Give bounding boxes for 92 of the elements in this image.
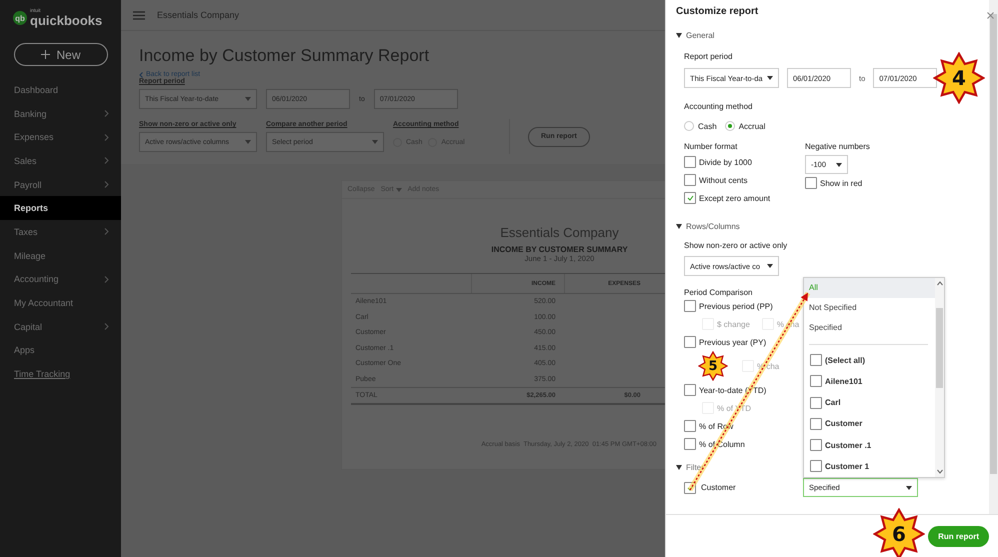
caret-icon [372, 140, 378, 144]
sidebar-item[interactable]: Accounting [0, 268, 121, 292]
caret-icon[interactable] [676, 465, 682, 470]
page-title: Income by Customer Summary Report [139, 46, 430, 66]
checkbox[interactable] [684, 174, 696, 186]
scroll-up-icon[interactable] [936, 281, 942, 286]
caret-icon [245, 97, 251, 101]
checkbox-label: Customer [825, 419, 862, 428]
field-label: Report period [684, 52, 734, 61]
checkbox-label: Divide by 1000 [699, 158, 752, 166]
radio-label: Cash [698, 122, 717, 130]
new-button[interactable]: New [14, 43, 108, 66]
checkbox-label: % of Row [699, 422, 734, 430]
star-icon [873, 508, 925, 557]
sidebar-item[interactable]: Payroll [0, 172, 121, 196]
company-name: Essentials Company [157, 10, 240, 20]
caret-icon [767, 76, 773, 80]
checkbox-label: Customer [701, 483, 736, 492]
sidebar-link[interactable]: Time Tracking [0, 362, 121, 386]
sidebar-item[interactable]: My Accountant [0, 291, 121, 315]
checkbox[interactable] [810, 396, 822, 409]
callout-number: 5 [708, 358, 718, 374]
callout-number: 4 [952, 66, 966, 90]
checkbox[interactable] [810, 460, 822, 472]
checkbox[interactable] [684, 300, 696, 312]
checkbox-label: Previous year (PY) [699, 338, 766, 346]
caret-icon[interactable] [676, 33, 682, 38]
checkbox-label: Carl [825, 398, 841, 408]
callout-number: 6 [892, 522, 906, 546]
caret-icon [767, 264, 773, 268]
checkbox-label: Show in red [820, 178, 862, 188]
star-icon [933, 52, 985, 104]
panel-title: Customize report [676, 6, 760, 17]
close-icon[interactable] [987, 12, 994, 19]
plus-icon [41, 50, 50, 59]
sidebar-item[interactable]: Apps [0, 338, 121, 362]
run-report-button[interactable]: Run report [928, 526, 989, 546]
checkbox-label: Ailene101 [825, 376, 862, 386]
sidebar-item[interactable]: Reports [0, 196, 121, 220]
check-icon [686, 195, 694, 201]
scroll-down-icon[interactable] [936, 469, 942, 474]
checkbox[interactable] [684, 156, 696, 168]
caret-icon [245, 140, 251, 144]
sidebar-item[interactable]: Expenses [0, 125, 121, 150]
checkbox-label: $ change [717, 320, 750, 328]
field-label: Period Comparison [684, 288, 754, 297]
caret-icon [906, 486, 912, 490]
sidebar-item[interactable]: Mileage [0, 244, 121, 268]
scrollbar[interactable] [989, 0, 998, 514]
caret-icon [396, 188, 402, 192]
star-icon [698, 351, 728, 381]
checkbox[interactable] [810, 375, 822, 388]
sidebar-item[interactable]: Sales [0, 149, 121, 173]
checkbox[interactable] [684, 192, 696, 204]
sidebar-item[interactable]: Capital [0, 314, 121, 339]
checkbox-label: % of Column [699, 440, 745, 448]
checkbox[interactable] [684, 384, 696, 396]
field-label: Negative numbers [805, 142, 870, 151]
checkbox[interactable] [810, 439, 822, 452]
field-label: Number format [684, 142, 738, 151]
report-company: Essentials Company [500, 225, 619, 240]
chevron-left-icon [139, 72, 143, 78]
checkbox-label: Previous period (PP) [699, 302, 773, 310]
radio-label: Accrual [738, 122, 766, 130]
section-heading: General [686, 31, 714, 40]
checkbox-label: Customer .1 [825, 440, 872, 450]
checkbox-label: Without cents [699, 176, 748, 184]
scrollbar[interactable] [935, 278, 944, 477]
checkbox[interactable] [810, 354, 822, 366]
checkbox[interactable] [805, 177, 817, 189]
check-icon [686, 484, 694, 490]
checkbox[interactable] [684, 420, 696, 432]
sidebar-item[interactable]: Dashboard [0, 78, 121, 102]
checkbox-label: Customer 1 [825, 462, 870, 471]
report-title: INCOME BY CUSTOMER SUMMARY [491, 245, 628, 254]
section-heading: Rows/Columns [686, 222, 740, 231]
checkbox[interactable] [684, 336, 696, 348]
checkbox[interactable] [810, 418, 822, 430]
checkbox-label: (Select all) [825, 356, 866, 365]
caret-icon[interactable] [676, 224, 682, 229]
checkbox-label: Except zero amount [699, 194, 770, 202]
field-label: Show non-zero or active only [684, 241, 788, 250]
checkbox-label: Year-to-date (YTD) [699, 386, 766, 394]
menu-icon[interactable] [133, 10, 145, 20]
field-label: Accounting method [684, 102, 754, 111]
sidebar-item[interactable]: Banking [0, 102, 121, 126]
sidebar-item[interactable]: Taxes [0, 220, 121, 244]
logo-mark: qb [13, 11, 27, 25]
checkbox[interactable] [684, 438, 696, 450]
dropdown-option[interactable]: All [804, 278, 935, 298]
logo-text: quickbooks [30, 14, 102, 27]
checkbox[interactable] [684, 482, 696, 494]
